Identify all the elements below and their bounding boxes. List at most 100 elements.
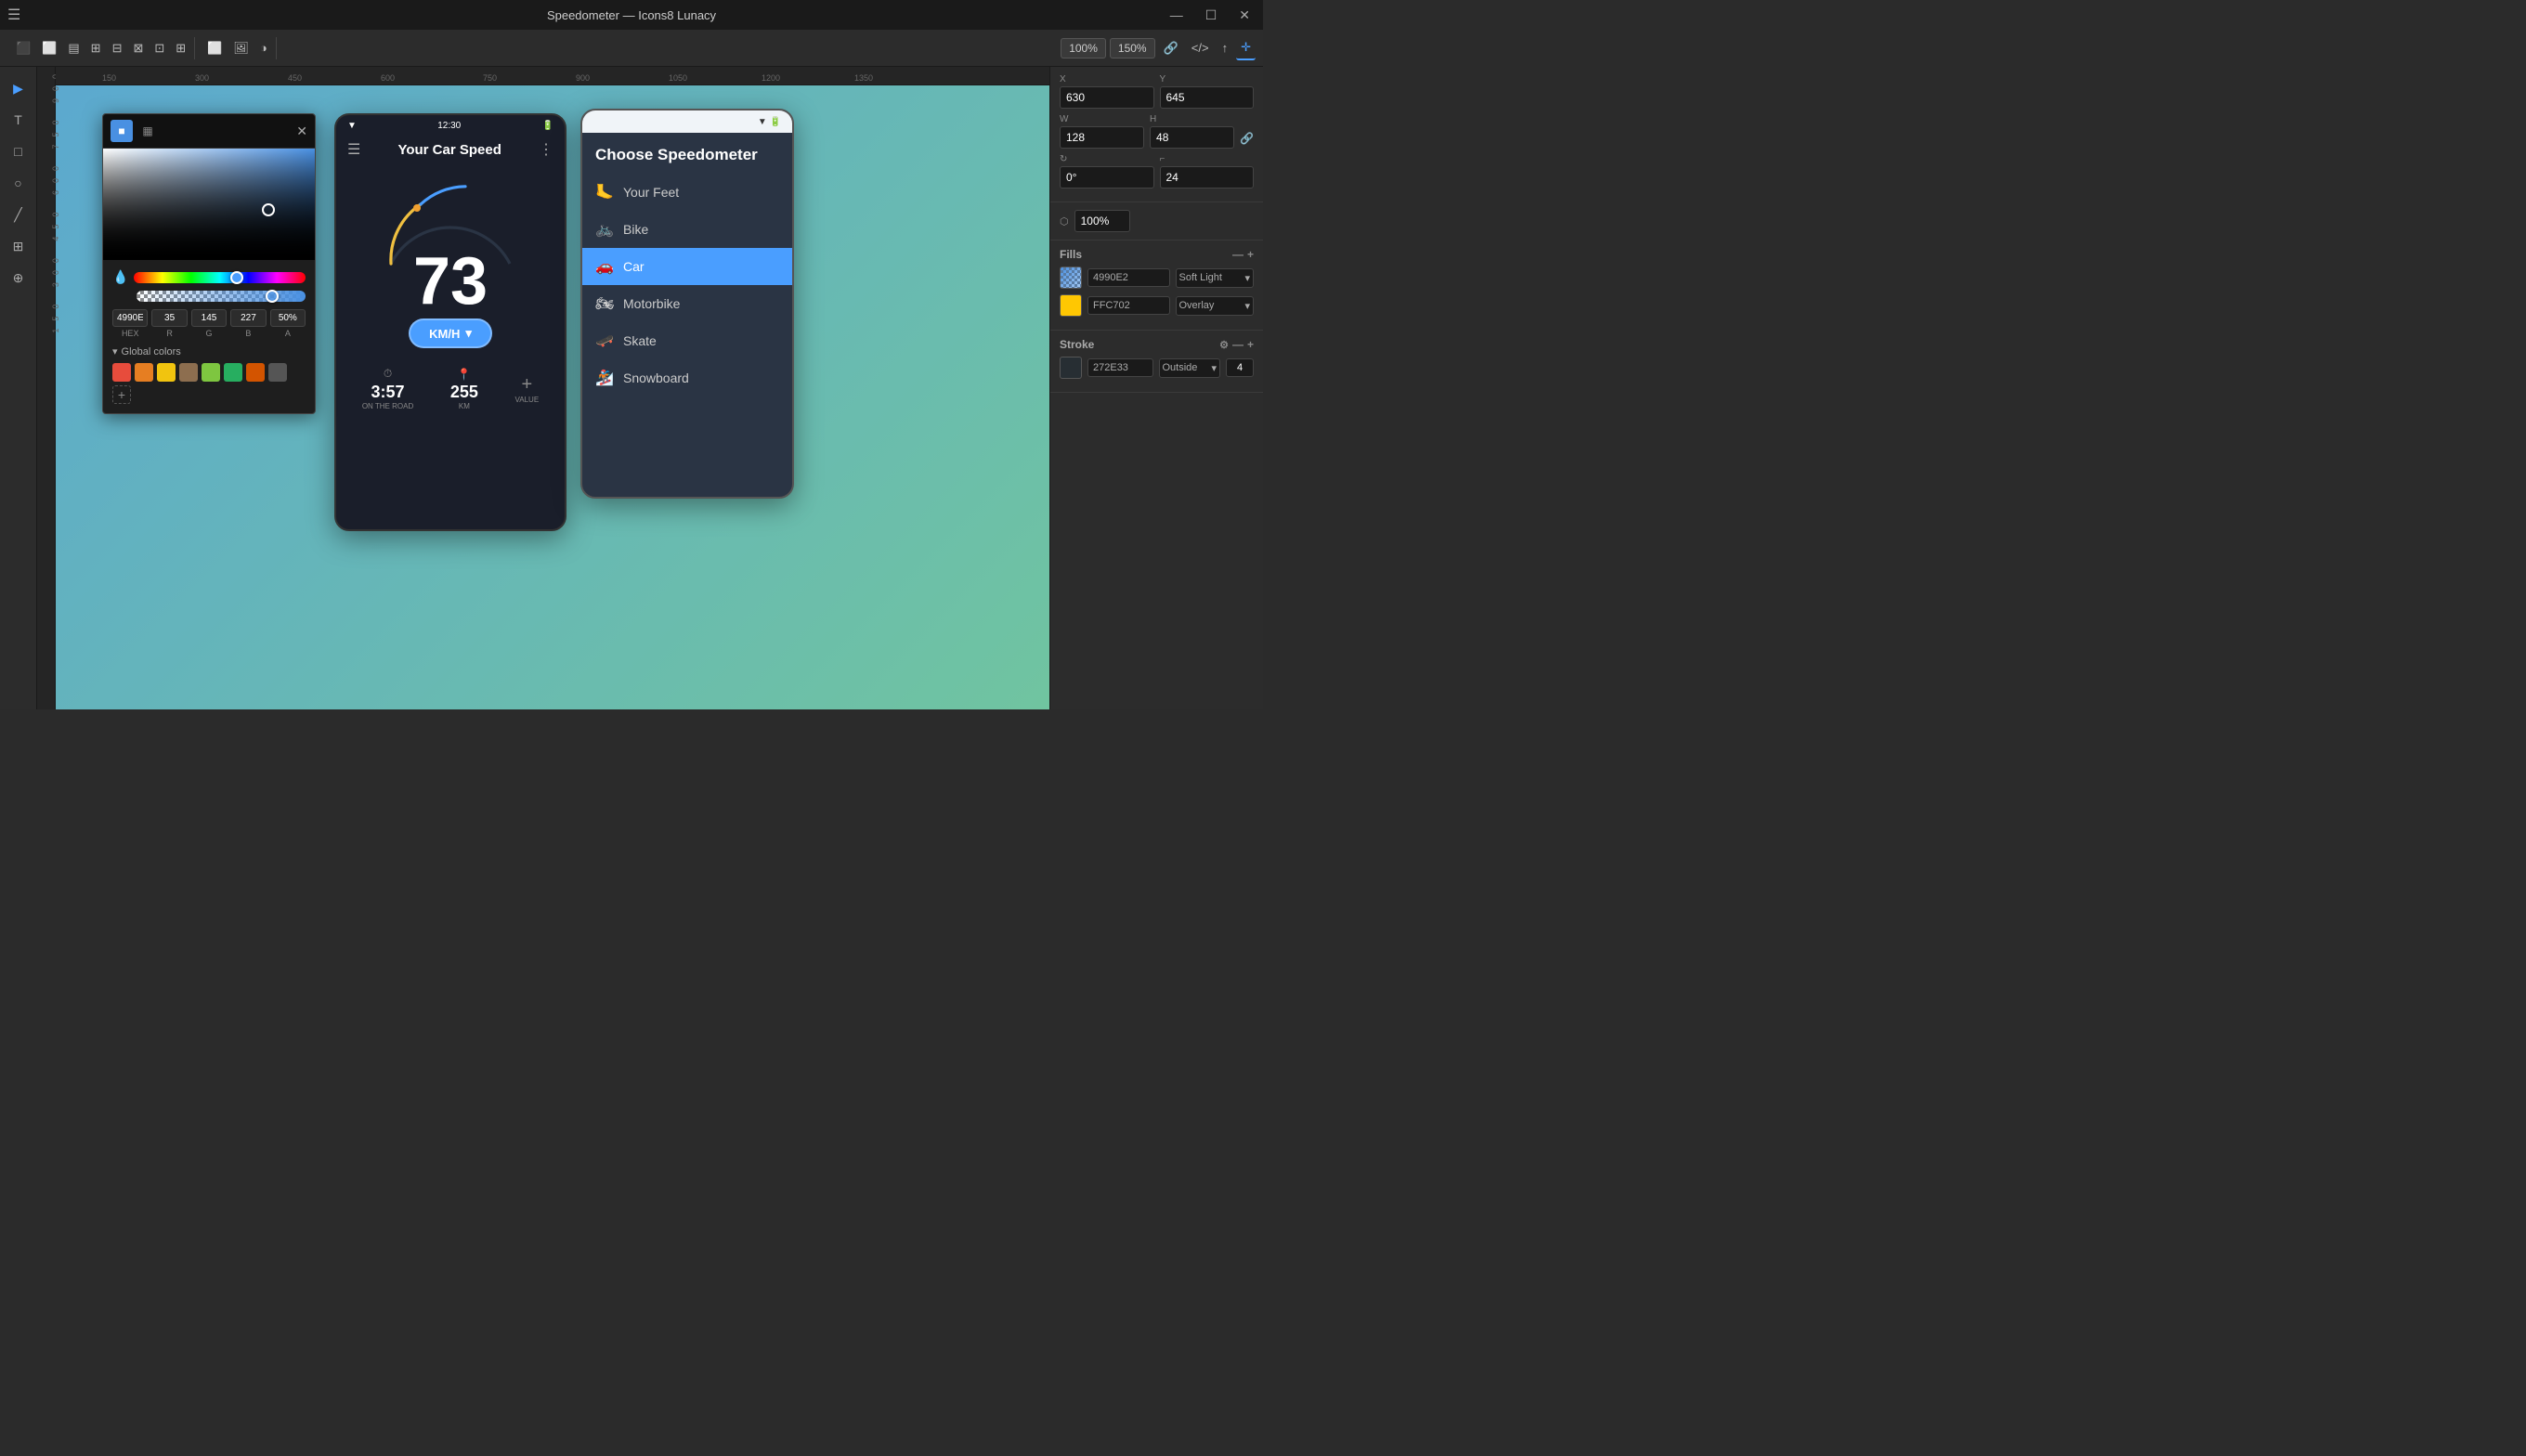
stroke-position[interactable]: Outside ▾ [1159,358,1221,378]
menu-item-skate[interactable]: 🛹 Skate [582,322,792,359]
global-colors-header[interactable]: ▾ Global colors [112,345,306,358]
link-button[interactable]: 🔗 [1159,37,1183,59]
color-cursor[interactable] [262,203,275,216]
fill-swatch-1[interactable] [1060,266,1082,289]
add-fill-button[interactable]: + [1247,248,1254,261]
menu-item-your-feet[interactable]: 🦶 Your Feet [582,174,792,211]
snowboard-icon: 🏂 [595,369,614,387]
swatch-gray[interactable] [268,363,287,382]
hex-label: HEX [112,329,148,338]
fill-swatch-2[interactable] [1060,294,1082,317]
stroke-swatch[interactable] [1060,357,1082,379]
close-button[interactable]: ✕ [1233,4,1256,27]
gradient-tab[interactable]: ▦ [137,120,159,142]
stroke-label: Stroke ⚙ — + [1060,338,1254,351]
frame-button[interactable]: ⬜ [202,37,227,59]
b-input[interactable]: 227 [230,309,266,327]
fill-mode-2[interactable]: Overlay ▾ [1176,296,1255,316]
lock-ratio-button[interactable]: 🔗 [1240,127,1254,149]
align-bottom-button[interactable]: ⊠ [128,37,148,59]
distribute-h-button[interactable]: ⊡ [150,37,169,59]
add-swatch-button[interactable]: + [112,385,131,404]
color-picker-close[interactable]: ✕ [296,124,307,139]
x-input[interactable]: 630 [1060,86,1154,109]
hamburger-menu[interactable]: ☰ [7,6,20,24]
select-tool[interactable]: ▶ [5,74,33,102]
right-panel: X 630 Y 645 W 128 H 48 🔗 [1049,67,1263,709]
zoom-level[interactable]: 150% [1110,38,1155,58]
distribute-v-button[interactable]: ⊞ [171,37,190,59]
menu-item-car[interactable]: 🚗 Car [582,248,792,285]
stroke-width-input[interactable]: 4 [1226,358,1254,377]
fill-mode-1[interactable]: Soft Light ▾ [1176,268,1255,288]
add-stat[interactable]: + VALUE [515,374,540,404]
fill-hex-2[interactable]: FFC702 [1087,296,1170,315]
align-left-button[interactable]: ⬛ [11,37,35,59]
xy-row: X 630 Y 645 [1060,74,1254,109]
code-button[interactable]: </> [1187,37,1214,58]
canvas-area[interactable]: 150 300 450 600 750 900 150 300 450 600 … [37,67,1049,709]
w-input[interactable]: 128 [1060,126,1144,149]
align-center-button[interactable]: ⬜ [37,37,61,59]
remove-stroke-button[interactable]: — [1232,338,1243,351]
swatch-brown[interactable] [179,363,198,382]
rectangle-tool[interactable]: □ [5,137,33,165]
align-middle-button[interactable]: ⊟ [108,37,127,59]
fill-hex-1[interactable]: 4990E2 [1087,268,1170,287]
stroke-hex[interactable]: 272E33 [1087,358,1153,377]
alpha-slider[interactable] [137,291,306,302]
solid-color-tab[interactable]: ■ [111,120,133,142]
b-field-group: 227 B [230,309,266,338]
swatch-green[interactable] [224,363,242,382]
mask-button[interactable]: ◑ [255,37,272,58]
g-input[interactable]: 145 [191,309,227,327]
menu-icon[interactable]: ☰ [347,140,360,159]
opacity-input[interactable]: 100% [1074,210,1130,232]
text-tool[interactable]: T [5,106,33,134]
swatch-orange[interactable] [135,363,153,382]
add-stroke-button[interactable]: + [1247,338,1254,351]
eyedropper-tool[interactable]: 💧 [112,269,128,285]
minimize-button[interactable]: — [1165,4,1189,26]
clip-button[interactable]: 🖼 [228,37,254,59]
hue-thumb[interactable] [230,271,243,284]
stroke-settings-icon[interactable]: ⚙ [1219,339,1229,351]
swatch-red[interactable] [112,363,131,382]
hue-slider[interactable] [134,272,306,283]
align-top-button[interactable]: ⊞ [86,37,106,59]
rotation-input[interactable]: 0° [1060,166,1154,188]
alpha-row [112,291,306,302]
corner-radius-input[interactable]: 24 [1160,166,1255,188]
unit-badge[interactable]: KM/H ▾ [409,318,492,348]
menu-item-motorbike[interactable]: 🏍 Motorbike [582,285,792,322]
ratio-button[interactable]: 100% [1061,38,1106,58]
speed-number: 73 [413,248,488,315]
g-label: G [191,329,227,338]
active-tool-button[interactable]: ✛ [1236,36,1256,60]
color-gradient-area[interactable] [103,149,315,260]
a-input[interactable]: 50% [270,309,306,327]
wh-row: W 128 H 48 🔗 [1060,114,1254,149]
y-input[interactable]: 645 [1160,86,1255,109]
image-tool[interactable]: ⊞ [5,232,33,260]
swatch-yellow[interactable] [157,363,176,382]
more-options-icon[interactable]: ⋮ [539,140,553,159]
remove-fill-button[interactable]: — [1232,248,1243,261]
r-input[interactable]: 35 [151,309,187,327]
swatch-lime[interactable] [202,363,220,382]
align-right-button[interactable]: ▤ [63,37,84,59]
maximize-button[interactable]: ☐ [1200,4,1223,27]
wifi-icon: ▼ [347,121,357,131]
line-tool[interactable]: ╱ [5,201,33,228]
ellipse-tool[interactable]: ○ [5,169,33,197]
menu-item-bike[interactable]: 🚲 Bike [582,211,792,248]
speedometer-display: 73 [358,166,543,315]
swatch-darkorange[interactable] [246,363,265,382]
g-field-group: 145 G [191,309,227,338]
alpha-thumb[interactable] [266,290,279,303]
h-input[interactable]: 48 [1150,126,1234,149]
hex-input[interactable]: 4990E2 [112,309,148,327]
menu-item-snowboard[interactable]: 🏂 Snowboard [582,359,792,396]
component-tool[interactable]: ⊕ [5,264,33,292]
export-button[interactable]: ↑ [1217,37,1233,58]
